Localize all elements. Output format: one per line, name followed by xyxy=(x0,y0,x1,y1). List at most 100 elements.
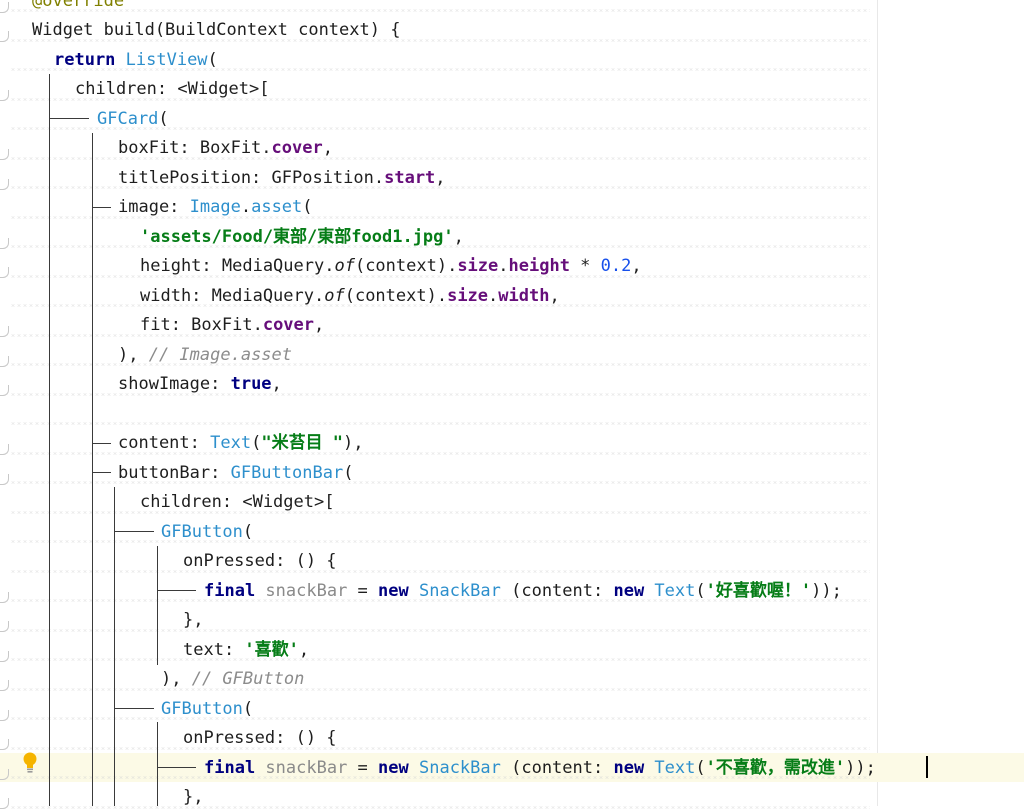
fold-marker[interactable] xyxy=(0,739,9,750)
fold-marker[interactable] xyxy=(0,798,9,809)
fold-marker[interactable] xyxy=(0,267,9,278)
code-token: ( xyxy=(302,197,313,217)
code-token: onPressed: () { xyxy=(183,551,337,571)
code-text: final snackBar = new SnackBar (content: … xyxy=(204,757,876,779)
code-token: , xyxy=(631,256,642,276)
code-line[interactable]: boxFit: BoxFit.cover, xyxy=(0,133,1024,163)
fold-marker[interactable] xyxy=(0,709,9,721)
code-line[interactable]: final snackBar = new SnackBar (content: … xyxy=(0,752,1024,782)
code-line[interactable]: text: '喜歡', xyxy=(0,635,1024,665)
code-line[interactable]: }, xyxy=(0,782,1024,812)
code-token: * xyxy=(569,256,601,276)
fold-marker[interactable] xyxy=(0,650,9,662)
code-text: image: Image.asset( xyxy=(118,196,313,218)
code-line[interactable]: ), // GFButton xyxy=(0,664,1024,694)
fold-marker[interactable] xyxy=(0,326,9,337)
code-token: Widget build(BuildContext context) { xyxy=(32,20,401,40)
code-token: start xyxy=(384,167,436,188)
code-token: = xyxy=(347,580,379,601)
code-text: GFCard( xyxy=(97,108,169,130)
lightbulb-icon[interactable] xyxy=(22,752,38,774)
code-text: }, xyxy=(183,786,203,808)
fold-marker[interactable] xyxy=(0,237,9,249)
code-line[interactable]: Widget build(BuildContext context) { xyxy=(0,15,1024,45)
code-line[interactable]: showImage: true, xyxy=(0,369,1024,399)
code-token: ListView xyxy=(125,49,208,70)
fold-marker[interactable] xyxy=(0,149,9,160)
line-underline xyxy=(10,658,870,661)
fold-marker[interactable] xyxy=(0,178,9,190)
code-text: ), // Image.asset xyxy=(118,344,292,366)
code-token: ( xyxy=(695,580,706,601)
code-line[interactable]: content: Text("米苔目 "), xyxy=(0,428,1024,458)
fold-marker[interactable] xyxy=(0,90,9,101)
code-token: of xyxy=(324,285,345,306)
code-token: '好喜歡喔！' xyxy=(705,580,812,601)
code-token: (context). xyxy=(344,285,448,306)
code-line[interactable]: return ListView( xyxy=(0,45,1024,75)
code-token: true xyxy=(230,374,272,394)
code-token: (content: xyxy=(500,757,614,778)
code-token: ), xyxy=(161,669,192,689)
code-line[interactable]: onPressed: () { xyxy=(0,723,1024,753)
code-token: showImage: xyxy=(118,374,231,394)
code-line[interactable]: image: Image.asset( xyxy=(0,192,1024,222)
code-token: text: xyxy=(183,639,245,660)
fold-marker[interactable] xyxy=(0,444,9,455)
line-underline xyxy=(10,9,870,12)
line-underline xyxy=(10,540,870,543)
code-text: onPressed: () { xyxy=(183,550,337,572)
code-token: ( xyxy=(158,108,169,129)
fold-marker[interactable] xyxy=(0,680,9,691)
code-token: final xyxy=(204,580,266,601)
code-token: SnackBar xyxy=(418,757,501,778)
code-token: ( xyxy=(242,521,254,542)
code-line[interactable]: children: <Widget>[ xyxy=(0,487,1024,517)
code-text: final snackBar = new SnackBar (content: … xyxy=(204,580,842,602)
code-token: ( xyxy=(343,462,354,483)
code-line[interactable] xyxy=(0,399,1024,429)
code-text: children: <Widget>[ xyxy=(75,78,269,100)
fold-marker[interactable] xyxy=(0,31,9,42)
code-line[interactable]: }, xyxy=(0,605,1024,635)
code-token: image: xyxy=(118,197,190,217)
code-line[interactable]: @override xyxy=(0,0,1024,15)
code-token: size xyxy=(457,256,499,276)
code-line[interactable]: fit: BoxFit.cover, xyxy=(0,310,1024,340)
code-text: 'assets/Food/東部/東部food1.jpg', xyxy=(140,226,464,248)
code-line[interactable]: 'assets/Food/東部/東部food1.jpg', xyxy=(0,222,1024,252)
fold-marker[interactable] xyxy=(0,385,9,396)
fold-marker[interactable] xyxy=(0,621,9,632)
code-text: text: '喜歡', xyxy=(183,639,309,661)
code-line[interactable]: height: MediaQuery.of(context).size.heig… xyxy=(0,251,1024,281)
fold-marker[interactable] xyxy=(0,355,9,367)
code-line[interactable]: titlePosition: GFPosition.start, xyxy=(0,163,1024,193)
indent-guide-branch xyxy=(92,443,111,444)
code-line[interactable]: onPressed: () { xyxy=(0,546,1024,576)
fold-marker[interactable] xyxy=(0,591,9,603)
code-token: buttonBar: xyxy=(118,462,231,483)
line-underline xyxy=(10,510,870,514)
code-line[interactable]: children: <Widget>[ xyxy=(0,74,1024,104)
code-line[interactable]: GFCard( xyxy=(0,104,1024,134)
line-underline xyxy=(10,746,870,750)
fold-marker[interactable] xyxy=(0,1,9,13)
line-underline xyxy=(10,687,870,691)
indent-guide-vertical xyxy=(157,546,158,665)
code-line[interactable]: width: MediaQuery.of(context).size.width… xyxy=(0,281,1024,311)
code-token: }, xyxy=(183,610,204,630)
code-token: children: <Widget>[ xyxy=(75,79,270,99)
code-token: new xyxy=(378,580,419,601)
indent-guide-branch xyxy=(92,472,111,473)
fold-marker[interactable] xyxy=(0,768,9,780)
code-token: )); xyxy=(811,580,842,601)
code-line[interactable]: buttonBar: GFButtonBar( xyxy=(0,458,1024,488)
code-editor[interactable]: @override Widget build(BuildContext conte… xyxy=(0,0,1024,809)
code-token: // GFButton xyxy=(191,669,305,689)
code-token: GFButtonBar xyxy=(230,462,344,483)
code-line[interactable]: final snackBar = new SnackBar (content: … xyxy=(0,576,1024,606)
fold-marker[interactable] xyxy=(0,473,9,485)
code-token: ( xyxy=(207,49,218,70)
code-line[interactable]: ), // Image.asset xyxy=(0,340,1024,370)
code-token: '不喜歡，需改進' xyxy=(705,757,846,778)
